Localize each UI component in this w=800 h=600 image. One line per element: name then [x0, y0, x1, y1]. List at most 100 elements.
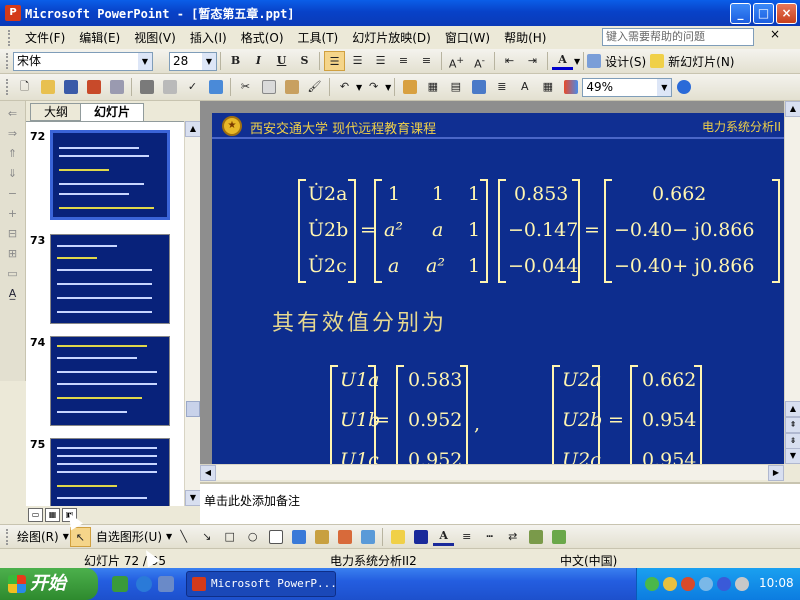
decrease-indent-icon[interactable]: ⇤	[499, 51, 520, 71]
chevron-down-icon[interactable]: ▼	[385, 83, 391, 92]
shadow-style-icon[interactable]	[525, 527, 546, 547]
open-folder-icon[interactable]	[37, 77, 58, 97]
tables-borders-icon[interactable]: ▤	[445, 77, 466, 97]
tray-icon[interactable]	[681, 577, 695, 591]
slide-thumbnail[interactable]	[50, 130, 170, 220]
insert-table-icon[interactable]: ▦	[422, 77, 443, 97]
menu-slideshow[interactable]: 幻灯片放映(D)	[345, 29, 438, 46]
clipart-icon[interactable]	[334, 527, 355, 547]
design-icon[interactable]	[587, 54, 602, 68]
scroll-up-icon[interactable]: ▲	[785, 101, 800, 117]
promote-icon[interactable]: ⇐	[6, 107, 20, 121]
italic-button[interactable]: I	[248, 51, 269, 71]
menu-file[interactable]: 文件(F)	[18, 29, 72, 46]
new-slide-icon[interactable]	[650, 54, 665, 68]
redo-icon[interactable]: ↷	[363, 77, 384, 97]
media-player-icon[interactable]	[158, 576, 174, 592]
quicklaunch-icon[interactable]	[112, 576, 128, 592]
underline-button[interactable]: U	[271, 51, 292, 71]
current-slide[interactable]: ★ 西安交通大学 现代远程教育课程 电力系统分析II U̇2a U̇2b U̇2…	[212, 113, 784, 464]
design-button[interactable]: 设计(S)	[601, 53, 650, 70]
scroll-thumb[interactable]	[186, 401, 200, 417]
chevron-down-icon[interactable]: ▼	[138, 52, 152, 70]
spelling-icon[interactable]: ✓	[182, 77, 203, 97]
slide-horizontal-scrollbar[interactable]: ◀ ▶	[200, 464, 784, 481]
scroll-up-icon[interactable]: ▲	[185, 121, 201, 137]
show-grid-icon[interactable]: ▦	[537, 77, 558, 97]
cut-icon[interactable]: ✂	[235, 77, 256, 97]
print-preview-icon[interactable]	[159, 77, 180, 97]
dash-style-icon[interactable]: ┅	[479, 527, 500, 547]
font-size-select[interactable]: 28 ▼	[169, 51, 217, 71]
align-right-icon[interactable]: ☰	[370, 51, 391, 71]
font-color-icon[interactable]: A	[552, 52, 573, 70]
toolbar-grip[interactable]	[6, 53, 9, 69]
menu-edit[interactable]: 编辑(E)	[72, 29, 127, 46]
research-icon[interactable]	[205, 77, 226, 97]
chevron-down-icon[interactable]: ▼	[166, 532, 172, 541]
font-select[interactable]: 宋体 ▼	[13, 51, 153, 71]
move-up-icon[interactable]: ⇑	[6, 147, 20, 161]
chevron-down-icon[interactable]: ▼	[356, 83, 362, 92]
toolbar-grip[interactable]	[6, 528, 9, 545]
close-button[interactable]: ×	[776, 3, 797, 24]
next-slide-icon[interactable]: ⇟	[785, 433, 800, 449]
line-icon[interactable]: ╲	[173, 527, 194, 547]
chevron-down-icon[interactable]: ▼	[63, 532, 69, 541]
new-file-icon[interactable]: 🗋	[14, 77, 35, 97]
slide-thumbnail[interactable]	[50, 438, 170, 506]
undo-icon[interactable]: ↶	[334, 77, 355, 97]
thumbnails-scrollbar[interactable]: ▲ ▼	[184, 121, 201, 506]
numbering-icon[interactable]: ≡	[393, 51, 414, 71]
scroll-left-icon[interactable]: ◀	[200, 465, 216, 481]
help-icon[interactable]	[673, 77, 694, 97]
powerpoint-icon[interactable]: P	[5, 5, 21, 21]
show-formatting-icon[interactable]: A	[514, 77, 535, 97]
tab-slides[interactable]: 幻灯片	[80, 103, 144, 121]
insert-chart-icon[interactable]	[399, 77, 420, 97]
menu-help[interactable]: 帮助(H)	[497, 29, 553, 46]
save-icon[interactable]	[60, 77, 81, 97]
line-style-icon[interactable]: ≡	[456, 527, 477, 547]
notes-pane[interactable]: 单击此处添加备注	[200, 482, 800, 524]
minimize-button[interactable]: _	[730, 3, 751, 24]
expand-icon[interactable]: +	[6, 207, 20, 221]
tray-icon[interactable]	[699, 577, 713, 591]
increase-font-icon[interactable]: A+	[446, 51, 467, 71]
new-slide-button[interactable]: 新幻灯片(N)	[664, 53, 738, 70]
collapse-all-icon[interactable]: ⊟	[6, 227, 20, 241]
restore-button[interactable]: □	[753, 3, 774, 24]
menu-grip[interactable]	[8, 29, 12, 46]
bold-button[interactable]: B	[225, 51, 246, 71]
previous-slide-icon[interactable]: ⇞	[785, 417, 800, 433]
permission-icon[interactable]	[83, 77, 104, 97]
tray-icon[interactable]	[645, 577, 659, 591]
slide-editing-area[interactable]: ★ 西安交通大学 现代远程教育课程 电力系统分析II U̇2a U̇2b U̇2…	[200, 101, 784, 464]
bullets-icon[interactable]: ≡	[416, 51, 437, 71]
shadow-button[interactable]: S	[294, 51, 315, 71]
scroll-right-icon[interactable]: ▶	[768, 465, 784, 481]
oval-icon[interactable]: ○	[242, 527, 263, 547]
fill-color-icon[interactable]	[387, 527, 408, 547]
tray-icon[interactable]	[717, 577, 731, 591]
show-formatting-icon[interactable]: A̲	[6, 287, 20, 301]
demote-icon[interactable]: ⇒	[6, 127, 20, 141]
picture-icon[interactable]	[357, 527, 378, 547]
menu-insert[interactable]: 插入(I)	[183, 29, 234, 46]
start-button[interactable]: 开始	[0, 568, 98, 600]
draw-menu-button[interactable]: 绘图(R)	[13, 528, 63, 545]
select-objects-icon[interactable]: ↖	[69, 526, 91, 547]
rectangle-icon[interactable]: □	[219, 527, 240, 547]
slide-vertical-scrollbar[interactable]: ▲ ▲ ⇞ ⇟ ▼	[784, 101, 800, 464]
scroll-up-icon[interactable]: ▲	[785, 401, 800, 417]
arrow-icon[interactable]: ↘	[196, 527, 217, 547]
font-color-icon[interactable]: A	[433, 528, 455, 546]
help-search-input[interactable]: 键入需要帮助的问题	[602, 28, 754, 46]
align-center-icon[interactable]: ☰	[347, 51, 368, 71]
diagram-icon[interactable]	[311, 527, 332, 547]
textbox-icon[interactable]	[265, 527, 286, 547]
tray-icon[interactable]	[663, 577, 677, 591]
slide-thumbnail[interactable]	[50, 234, 170, 324]
volume-icon[interactable]	[735, 577, 749, 591]
internet-explorer-icon[interactable]	[136, 576, 152, 592]
